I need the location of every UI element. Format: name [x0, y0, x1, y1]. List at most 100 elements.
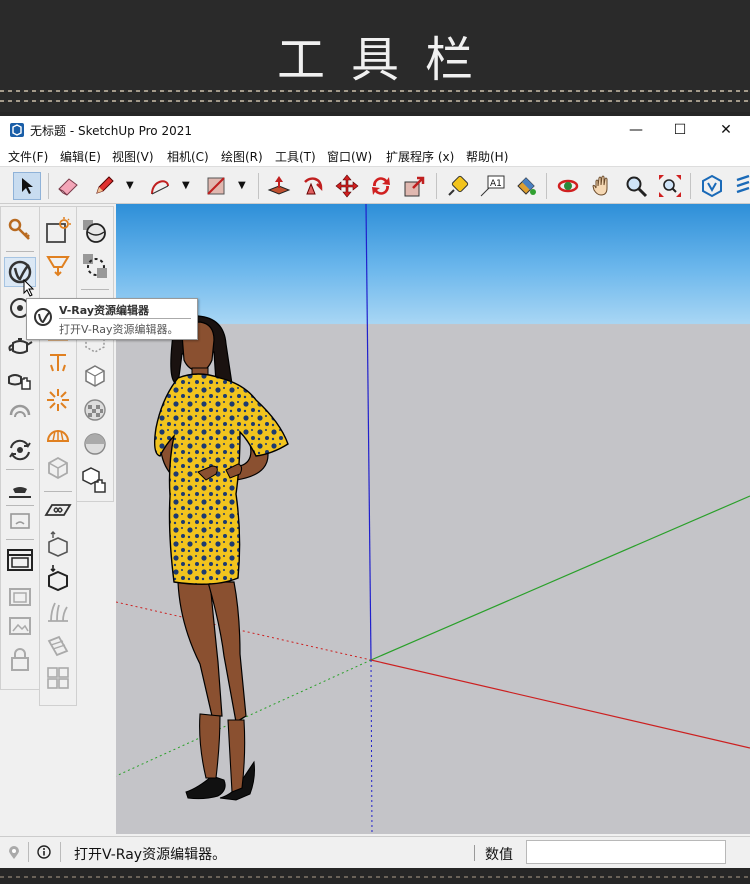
- pencil-icon: [96, 176, 114, 194]
- omni-light-button[interactable]: [42, 385, 74, 415]
- arc-dropdown-icon[interactable]: ▼: [182, 180, 192, 192]
- follow-me-tool-button[interactable]: [299, 172, 327, 200]
- fur-icon: [48, 602, 68, 622]
- rectangle-dropdown-icon[interactable]: ▼: [238, 180, 248, 192]
- vray-more-button[interactable]: [728, 172, 750, 200]
- menu-extensions[interactable]: 扩展程序 (x): [386, 148, 454, 165]
- scatter-icon: [47, 667, 69, 689]
- text-tool-button[interactable]: A1: [478, 172, 506, 200]
- checker-sphere-button[interactable]: [79, 395, 111, 425]
- zoom-extents-tool-button[interactable]: [656, 172, 684, 200]
- menu-camera[interactable]: 相机(C): [167, 148, 209, 165]
- vray-toolbar-button[interactable]: [698, 172, 726, 200]
- material-sphere-button[interactable]: [79, 217, 111, 247]
- ies-light-button[interactable]: [42, 347, 74, 377]
- minimize-button[interactable]: —: [626, 120, 646, 140]
- pan-tool-button[interactable]: [588, 172, 616, 200]
- menu-edit[interactable]: 编辑(E): [60, 148, 101, 165]
- banner-title: 工具栏: [276, 32, 499, 88]
- export-proxy-button[interactable]: [42, 529, 74, 559]
- banner-stitch-2: [0, 100, 750, 102]
- interactive-cube-button[interactable]: [79, 465, 111, 495]
- bottom-stitch: [0, 876, 750, 878]
- lock-icon: [11, 648, 29, 671]
- rotate-tool-button[interactable]: [367, 172, 395, 200]
- vray-key-button[interactable]: [4, 215, 36, 245]
- arc-icon: [151, 180, 169, 195]
- zoom-tool-button[interactable]: [622, 172, 650, 200]
- scene-canvas[interactable]: [116, 204, 750, 834]
- ies-light-icon: [50, 354, 66, 372]
- proxy-button[interactable]: [42, 453, 74, 483]
- move-tool-button[interactable]: [333, 172, 361, 200]
- half-sphere-icon: [84, 433, 106, 455]
- vray-logo-icon: [34, 308, 52, 326]
- menu-draw[interactable]: 绘图(R): [221, 148, 263, 165]
- sidebar-separator: [44, 491, 72, 492]
- window-title: 无标题 - SketchUp Pro 2021: [30, 124, 192, 138]
- proxy-cube-icon: [48, 456, 68, 480]
- 3d-viewport[interactable]: [116, 204, 750, 834]
- move-icon: [335, 174, 359, 198]
- sync-viewport-button[interactable]: [4, 435, 36, 465]
- lights-panel-button[interactable]: [42, 215, 74, 245]
- fur-button[interactable]: [42, 597, 74, 627]
- viewport-render-button[interactable]: [4, 581, 36, 611]
- blue-axis-negative: [370, 659, 373, 834]
- menu-bar: 文件(F) 编辑(E) 视图(V) 相机(C) 绘图(R) 工具(T) 窗口(W…: [0, 144, 750, 166]
- menu-file[interactable]: 文件(F): [8, 148, 48, 165]
- frame-buffer-icon: [10, 513, 30, 529]
- blue-axis: [365, 204, 372, 661]
- tape-measure-tool-button[interactable]: [444, 172, 472, 200]
- menu-help[interactable]: 帮助(H): [466, 148, 508, 165]
- sidebar-separator: [6, 539, 34, 540]
- info-icon[interactable]: [37, 845, 51, 859]
- half-sphere-button[interactable]: [79, 429, 111, 459]
- measurements-input[interactable]: [526, 840, 726, 864]
- lights-settings-button[interactable]: [4, 473, 36, 503]
- interactive-render-button[interactable]: [4, 365, 36, 395]
- clipper-button[interactable]: [42, 631, 74, 661]
- dotted-selection-button[interactable]: [79, 251, 111, 281]
- menu-tools[interactable]: 工具(T): [275, 148, 316, 165]
- arc-tool-button[interactable]: [146, 172, 174, 200]
- orbit-tool-button[interactable]: [554, 172, 582, 200]
- frame-buffer-button[interactable]: [4, 507, 36, 537]
- tape-measure-icon: [448, 175, 469, 196]
- zoom-magnifier-icon: [626, 176, 648, 198]
- teapot-hand-icon: [8, 374, 31, 390]
- rotate-icon: [372, 177, 390, 195]
- status-message: 打开V-Ray资源编辑器。: [74, 847, 227, 863]
- select-tool-button[interactable]: [13, 172, 41, 200]
- paint-bucket-tool-button[interactable]: [512, 172, 540, 200]
- cube-button[interactable]: [79, 361, 111, 391]
- toolbar-separator: [48, 173, 49, 199]
- render-region-button[interactable]: [4, 399, 36, 429]
- sync-icon: [9, 439, 31, 461]
- rectangle-tool-button[interactable]: [202, 172, 230, 200]
- dotted-selection-icon: [83, 254, 107, 278]
- sketchup-logo-icon: [10, 123, 24, 137]
- menu-view[interactable]: 视图(V): [112, 148, 154, 165]
- person-model[interactable]: [153, 315, 289, 801]
- import-proxy-button[interactable]: [42, 563, 74, 593]
- mesh-light-button[interactable]: [42, 419, 74, 449]
- close-button[interactable]: ✕: [716, 120, 736, 140]
- push-pull-icon: [267, 176, 291, 195]
- scatter-button[interactable]: [42, 663, 74, 693]
- eraser-tool-button[interactable]: [54, 172, 82, 200]
- pencil-dropdown-icon[interactable]: ▼: [126, 180, 136, 192]
- pencil-tool-button[interactable]: [90, 172, 118, 200]
- maximize-button[interactable]: ☐: [670, 120, 690, 140]
- infinite-plane-button[interactable]: [42, 497, 74, 527]
- push-pull-tool-button[interactable]: [265, 172, 293, 200]
- scale-tool-button[interactable]: [401, 172, 429, 200]
- tooltip-divider: [59, 318, 191, 319]
- spot-light-button[interactable]: [42, 251, 74, 281]
- geo-location-icon[interactable]: [8, 846, 20, 860]
- vfb-window-button[interactable]: [4, 545, 36, 575]
- menu-window[interactable]: 窗口(W): [327, 148, 372, 165]
- viewport-window-button[interactable]: [4, 611, 36, 641]
- banner: 工具栏: [0, 0, 750, 112]
- lock-camera-button[interactable]: [4, 645, 36, 675]
